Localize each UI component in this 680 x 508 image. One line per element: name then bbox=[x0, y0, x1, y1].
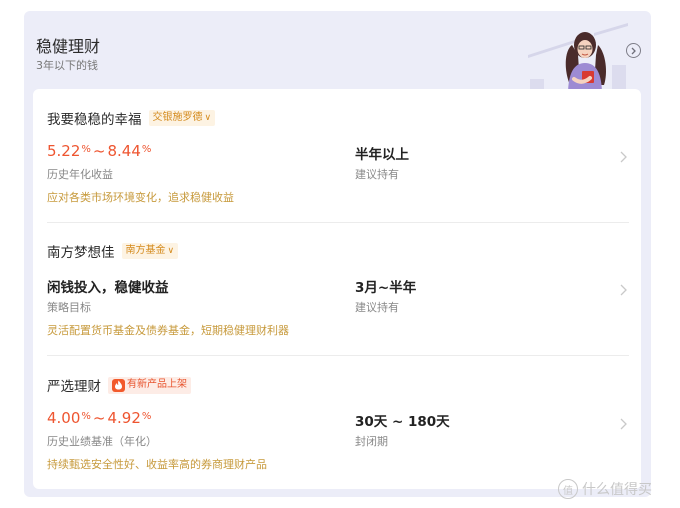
fire-icon bbox=[112, 378, 125, 392]
holding-period-label: 建议持有 bbox=[355, 301, 399, 314]
zhide-logo-icon: 值 bbox=[558, 479, 578, 499]
woman-illustration bbox=[528, 23, 628, 95]
holding-period-label: 建议持有 bbox=[355, 168, 399, 181]
holding-period-value: 3月~半年 bbox=[355, 280, 417, 296]
strategy-value: 闲钱投入，稳健收益 bbox=[47, 280, 169, 296]
chevron-right-icon bbox=[620, 284, 627, 296]
product-description: 灵活配置货币基金及债券基金，短期稳健理财利器 bbox=[47, 324, 289, 337]
divider bbox=[47, 355, 629, 356]
new-product-tag: 有新产品上架 bbox=[108, 376, 191, 394]
chevron-right-icon bbox=[620, 418, 627, 430]
product-name: 我要稳稳的幸福 bbox=[47, 112, 142, 128]
lockup-period-value: 30天 ~ 180天 bbox=[355, 414, 450, 430]
yield-rate: 5.22% ~8.44% bbox=[47, 142, 151, 160]
chevron-down-icon: ∨ bbox=[204, 113, 212, 123]
product-item-3[interactable]: 严选理财 有新产品上架 4.00% ~4.92% 历史业绩基准（年化） 30天 ~… bbox=[47, 376, 629, 494]
fund-company-tag[interactable]: 南方基金 ∨ bbox=[121, 243, 179, 259]
tag-label: 交银施罗德 bbox=[152, 112, 203, 123]
watermark-text: 什么值得买 bbox=[582, 482, 652, 498]
product-description: 应对各类市场环境变化，追求稳健收益 bbox=[47, 191, 234, 204]
site-watermark: 值 什么值得买 bbox=[558, 479, 652, 499]
lockup-period-label: 封闭期 bbox=[355, 435, 388, 448]
fund-company-tag[interactable]: 交银施罗德 ∨ bbox=[148, 110, 216, 126]
range-tilde: ~ bbox=[92, 409, 106, 427]
percent-sign: % bbox=[81, 411, 91, 422]
divider bbox=[47, 222, 629, 223]
product-description: 持续甄选安全性好、收益率高的券商理财产品 bbox=[47, 458, 267, 471]
product-name: 南方梦想佳 bbox=[47, 245, 115, 261]
tag-label: 南方基金 bbox=[125, 245, 166, 256]
more-circle-button[interactable] bbox=[626, 43, 641, 58]
panel-title: 稳健理财 bbox=[36, 37, 101, 56]
product-card: 我要稳稳的幸福 交银施罗德 ∨ 5.22% ~8.44% 历史年化收益 半年以上 … bbox=[33, 89, 641, 489]
tag-label: 有新产品上架 bbox=[127, 379, 187, 390]
product-item-1[interactable]: 我要稳稳的幸福 交银施罗德 ∨ 5.22% ~8.44% 历史年化收益 半年以上 … bbox=[47, 109, 629, 227]
product-item-2[interactable]: 南方梦想佳 南方基金 ∨ 闲钱投入，稳健收益 策略目标 3月~半年 建议持有 灵… bbox=[47, 242, 629, 360]
chevron-down-icon: ∨ bbox=[167, 246, 175, 256]
panel-subtitle: 3年以下的钱 bbox=[36, 59, 98, 72]
percent-sign: % bbox=[141, 144, 152, 155]
percent-sign: % bbox=[141, 411, 152, 422]
range-tilde: ~ bbox=[92, 142, 106, 160]
steady-finance-panel: 稳健理财 3年以下的钱 我要稳稳的幸福 交银施罗德 ∨ 5.22% ~ 8.44… bbox=[24, 11, 651, 497]
percent-sign: % bbox=[81, 144, 91, 155]
rate-high: 8.44 bbox=[107, 142, 141, 160]
benchmark-label: 历史业绩基准（年化） bbox=[47, 435, 157, 448]
rate-high: 4.92 bbox=[107, 409, 141, 427]
yield-label: 历史年化收益 bbox=[47, 168, 113, 181]
holding-period-value: 半年以上 bbox=[355, 147, 409, 163]
strategy-label: 策略目标 bbox=[47, 301, 91, 314]
product-name: 严选理财 bbox=[47, 379, 101, 395]
yield-rate: 4.00% ~4.92% bbox=[47, 409, 151, 427]
chevron-right-circle-icon bbox=[631, 47, 636, 54]
chevron-right-icon bbox=[620, 151, 627, 163]
rate-low: 4.00 bbox=[47, 409, 81, 427]
rate-low: 5.22 bbox=[47, 142, 81, 160]
